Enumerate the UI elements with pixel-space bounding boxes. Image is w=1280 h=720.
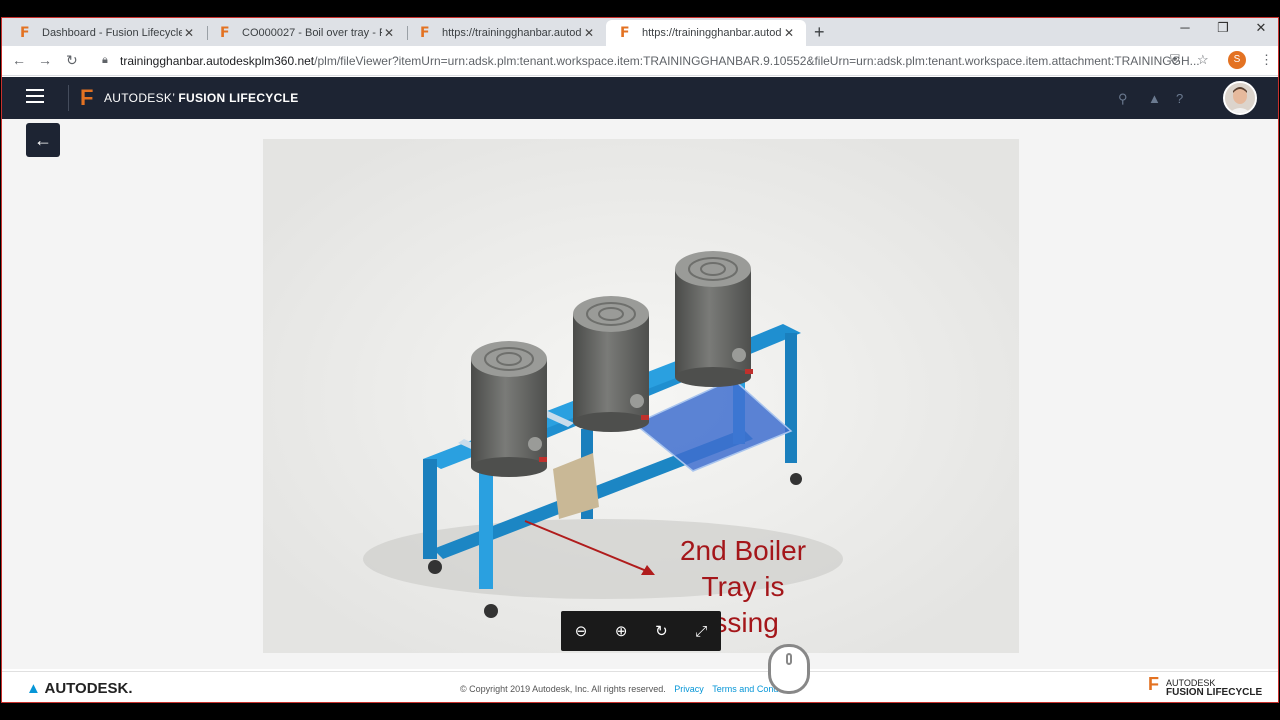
fusion-logo-icon: F bbox=[1148, 674, 1159, 694]
close-icon[interactable]: ✕ bbox=[782, 26, 796, 40]
window-close-icon[interactable]: ✕ bbox=[1246, 20, 1276, 36]
header-divider bbox=[68, 85, 69, 111]
url-path: /plm/fileViewer?itemUrn=urn:adsk.plm:ten… bbox=[314, 54, 1200, 68]
close-icon[interactable]: ✕ bbox=[582, 26, 596, 40]
bell-icon[interactable]: ▲ bbox=[1148, 91, 1161, 106]
hamburger-menu-icon[interactable] bbox=[26, 89, 44, 103]
tab-attachment-1[interactable]: F https://trainingghanbar.autodesk ✕ bbox=[406, 20, 606, 46]
mouse-overlay-icon bbox=[768, 644, 810, 694]
address-bar[interactable]: trainingghanbar.autodeskplm360.net/plm/f… bbox=[120, 54, 1200, 68]
lock-icon[interactable]: 🔒︎ bbox=[102, 54, 108, 67]
url-host: trainingghanbar.autodeskplm360.net bbox=[120, 54, 315, 68]
fusion-favicon-icon: F bbox=[220, 25, 230, 41]
minimize-icon[interactable]: ─ bbox=[1170, 20, 1200, 35]
app-title: AUTODESK’ FUSION LIFECYCLE bbox=[104, 91, 299, 105]
tab-dashboard[interactable]: F Dashboard - Fusion Lifecycle ✕ bbox=[6, 20, 206, 46]
autodesk-a-icon: ▲ bbox=[26, 680, 41, 697]
extension-icon[interactable]: ⛨ bbox=[1170, 52, 1180, 68]
autodesk-logo: ▲ AUTODESK. bbox=[26, 680, 133, 697]
forward-arrow-icon[interactable]: → bbox=[38, 52, 52, 68]
browser-window: F Dashboard - Fusion Lifecycle ✕ F CO000… bbox=[1, 17, 1279, 703]
user-avatar[interactable] bbox=[1223, 81, 1257, 115]
tab-title: https://trainingghanbar.autodesk bbox=[442, 27, 582, 39]
fusion-favicon-icon: F bbox=[620, 25, 630, 41]
help-icon[interactable]: ? bbox=[1176, 91, 1183, 106]
restore-icon[interactable]: ❐ bbox=[1208, 20, 1238, 36]
close-icon[interactable]: ✕ bbox=[382, 26, 396, 40]
brand-name: AUTODESK bbox=[104, 91, 173, 105]
product-name: FUSION LIFECYCLE bbox=[178, 91, 299, 105]
fusion-favicon-icon: F bbox=[20, 25, 30, 41]
boiler-left bbox=[471, 341, 547, 477]
copyright-text: © Copyright 2019 Autodesk, Inc. All righ… bbox=[460, 684, 666, 694]
footer-brand: F AUTODESK FUSION LIFECYCLE bbox=[1148, 674, 1263, 698]
back-arrow-icon[interactable]: ← bbox=[12, 52, 26, 68]
tab-strip: F Dashboard - Fusion Lifecycle ✕ F CO000… bbox=[2, 18, 1278, 46]
zoom-out-icon[interactable]: ⊖ bbox=[575, 622, 588, 640]
screen-frame: F Dashboard - Fusion Lifecycle ✕ F CO000… bbox=[0, 0, 1280, 720]
fusion-logo-icon: F bbox=[80, 85, 94, 110]
rotate-icon[interactable]: ↻ bbox=[655, 622, 668, 640]
page-footer: ▲ AUTODESK. © Copyright 2019 Autodesk, I… bbox=[2, 671, 1278, 702]
tab-title: Dashboard - Fusion Lifecycle bbox=[42, 27, 182, 39]
viewer-toolbar: ⊖ ⊕ ↻ ⤢ bbox=[561, 611, 721, 651]
menu-kebab-icon[interactable]: ⋮ bbox=[1260, 52, 1273, 68]
reload-icon[interactable]: ↻ bbox=[66, 52, 78, 69]
tab-title: https://trainingghanbar.autodesk bbox=[642, 27, 782, 39]
bookmark-star-icon[interactable]: ☆ bbox=[1197, 52, 1209, 68]
close-icon[interactable]: ✕ bbox=[182, 26, 196, 40]
annotation-line: 2nd Boiler bbox=[679, 535, 807, 566]
browser-toolbar: ← → ↻ 🔒︎ trainingghanbar.autodeskplm360.… bbox=[2, 46, 1278, 76]
search-icon[interactable]: ⚲ bbox=[1118, 91, 1128, 107]
fullscreen-icon[interactable]: ⤢ bbox=[695, 623, 707, 640]
zoom-in-icon[interactable]: ⊕ bbox=[615, 622, 628, 640]
profile-avatar[interactable]: S bbox=[1228, 51, 1246, 69]
tab-title: CO000027 - Boil over tray - Fusio bbox=[242, 27, 382, 39]
boiler-right bbox=[675, 251, 751, 387]
annotation-line: Tray is bbox=[701, 571, 785, 602]
main-content: ← 2nd Boiler Tray is issing ⊖ ⊕ ↻ ⤢ bbox=[2, 119, 1278, 669]
footer-brand-line2: FUSION LIFECYCLE bbox=[1166, 687, 1263, 698]
privacy-link[interactable]: Privacy bbox=[674, 684, 704, 694]
copyright-line: © Copyright 2019 Autodesk, Inc. All righ… bbox=[460, 684, 799, 694]
tab-change-order[interactable]: F CO000027 - Boil over tray - Fusio ✕ bbox=[206, 20, 406, 46]
fusion-favicon-icon: F bbox=[420, 25, 430, 41]
file-viewer[interactable]: 2nd Boiler Tray is issing ⊖ ⊕ ↻ ⤢ bbox=[263, 139, 1019, 653]
tab-attachment-active[interactable]: F https://trainingghanbar.autodesk ✕ bbox=[606, 20, 806, 46]
boiler-middle bbox=[573, 296, 649, 432]
new-tab-button[interactable]: + bbox=[814, 22, 825, 43]
back-button[interactable]: ← bbox=[26, 123, 60, 157]
app-header: F AUTODESK’ FUSION LIFECYCLE ⚲ ▲ ? bbox=[2, 77, 1278, 119]
